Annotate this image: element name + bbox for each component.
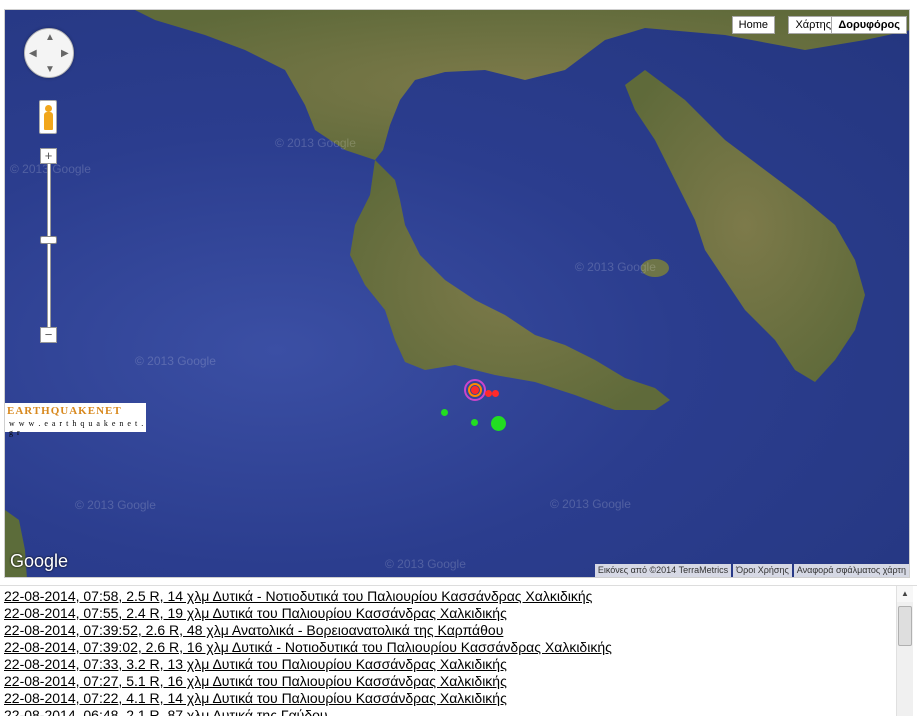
pan-down-icon[interactable]: ▼ xyxy=(45,65,55,75)
zoom-in-button[interactable]: + xyxy=(40,148,57,164)
pan-right-icon[interactable]: ▶ xyxy=(61,49,69,59)
pegman-head xyxy=(45,105,52,112)
zoom-slider-track[interactable] xyxy=(47,157,51,333)
quake-list-item[interactable]: 22-08-2014, 07:22, 4.1 R, 14 χλμ Δυτικά … xyxy=(4,690,894,707)
quake-marker[interactable] xyxy=(471,419,478,426)
watermark: © 2013 Google xyxy=(275,136,356,150)
page: © 2013 Google © 2013 Google © 2013 Googl… xyxy=(0,0,917,716)
quake-list: 22-08-2014, 07:58, 2.5 R, 14 χλμ Δυτικά … xyxy=(4,588,894,716)
quake-marker[interactable] xyxy=(485,390,492,397)
pegman-body xyxy=(44,112,53,130)
quake-marker[interactable] xyxy=(492,390,499,397)
home-button[interactable]: Home xyxy=(731,16,775,34)
zoom-slider-handle[interactable] xyxy=(40,236,57,244)
quake-list-item[interactable]: 22-08-2014, 07:33, 3.2 R, 13 χλμ Δυτικά … xyxy=(4,656,894,673)
terms-of-use-link[interactable]: Όροι Χρήσης xyxy=(733,564,792,577)
zoom-out-button[interactable]: − xyxy=(40,327,57,343)
quake-list-item[interactable]: 22-08-2014, 07:27, 5.1 R, 16 χλμ Δυτικά … xyxy=(4,673,894,690)
quake-list-item[interactable]: 22-08-2014, 07:39:02, 2.6 R, 16 χλμ Δυτι… xyxy=(4,639,894,656)
satellite-terrain xyxy=(5,10,909,577)
logo-url: w w w . e a r t h q u a k e n e t . g r xyxy=(9,419,145,437)
street-view-pegman-icon[interactable] xyxy=(39,100,57,134)
pan-up-icon[interactable]: ▲ xyxy=(45,33,55,43)
pan-left-icon[interactable]: ◀ xyxy=(29,49,37,59)
imagery-credit: Εικόνες από ©2014 TerraMetrics xyxy=(594,564,732,577)
map-type-satellite-button[interactable]: Δορυφόρος xyxy=(831,16,907,34)
watermark: © 2013 Google xyxy=(385,557,466,571)
quake-marker[interactable] xyxy=(441,409,448,416)
pan-control[interactable]: ▲ ▼ ◀ ▶ xyxy=(24,28,74,78)
quake-list-item[interactable]: 22-08-2014, 06:48, 2.1 R, 87 χλμ Δυτικά … xyxy=(4,707,894,716)
logo-title: EARTHQUAKENET xyxy=(7,405,122,417)
google-logo[interactable]: Google xyxy=(10,551,68,572)
quake-list-item[interactable]: 22-08-2014, 07:58, 2.5 R, 14 χλμ Δυτικά … xyxy=(4,588,894,605)
watermark: © 2013 Google xyxy=(135,354,216,368)
report-map-error-link[interactable]: Αναφορά σφάλματος χάρτη xyxy=(793,564,909,577)
scrollbar-thumb[interactable] xyxy=(898,606,912,646)
map-attribution: Εικόνες από ©2014 TerraMetrics Όροι Χρήσ… xyxy=(593,564,909,577)
watermark: © 2013 Google xyxy=(550,497,631,511)
watermark: © 2013 Google xyxy=(75,498,156,512)
watermark: © 2013 Google xyxy=(575,260,656,274)
map-view[interactable]: © 2013 Google © 2013 Google © 2013 Googl… xyxy=(4,9,910,578)
scroll-up-icon[interactable]: ▲ xyxy=(897,586,913,602)
quake-marker[interactable] xyxy=(471,386,479,394)
quake-list-item[interactable]: 22-08-2014, 07:39:52, 2.6 R, 48 χλμ Ανατ… xyxy=(4,622,894,639)
quake-marker[interactable] xyxy=(491,416,506,431)
quake-list-frame: 22-08-2014, 07:58, 2.5 R, 14 χλμ Δυτικά … xyxy=(0,585,917,716)
quake-list-item[interactable]: 22-08-2014, 07:55, 2.4 R, 19 χλμ Δυτικά … xyxy=(4,605,894,622)
earthquakenet-logo: EARTHQUAKENET w w w . e a r t h q u a k … xyxy=(5,403,146,437)
list-scrollbar[interactable]: ▲ xyxy=(896,586,913,716)
